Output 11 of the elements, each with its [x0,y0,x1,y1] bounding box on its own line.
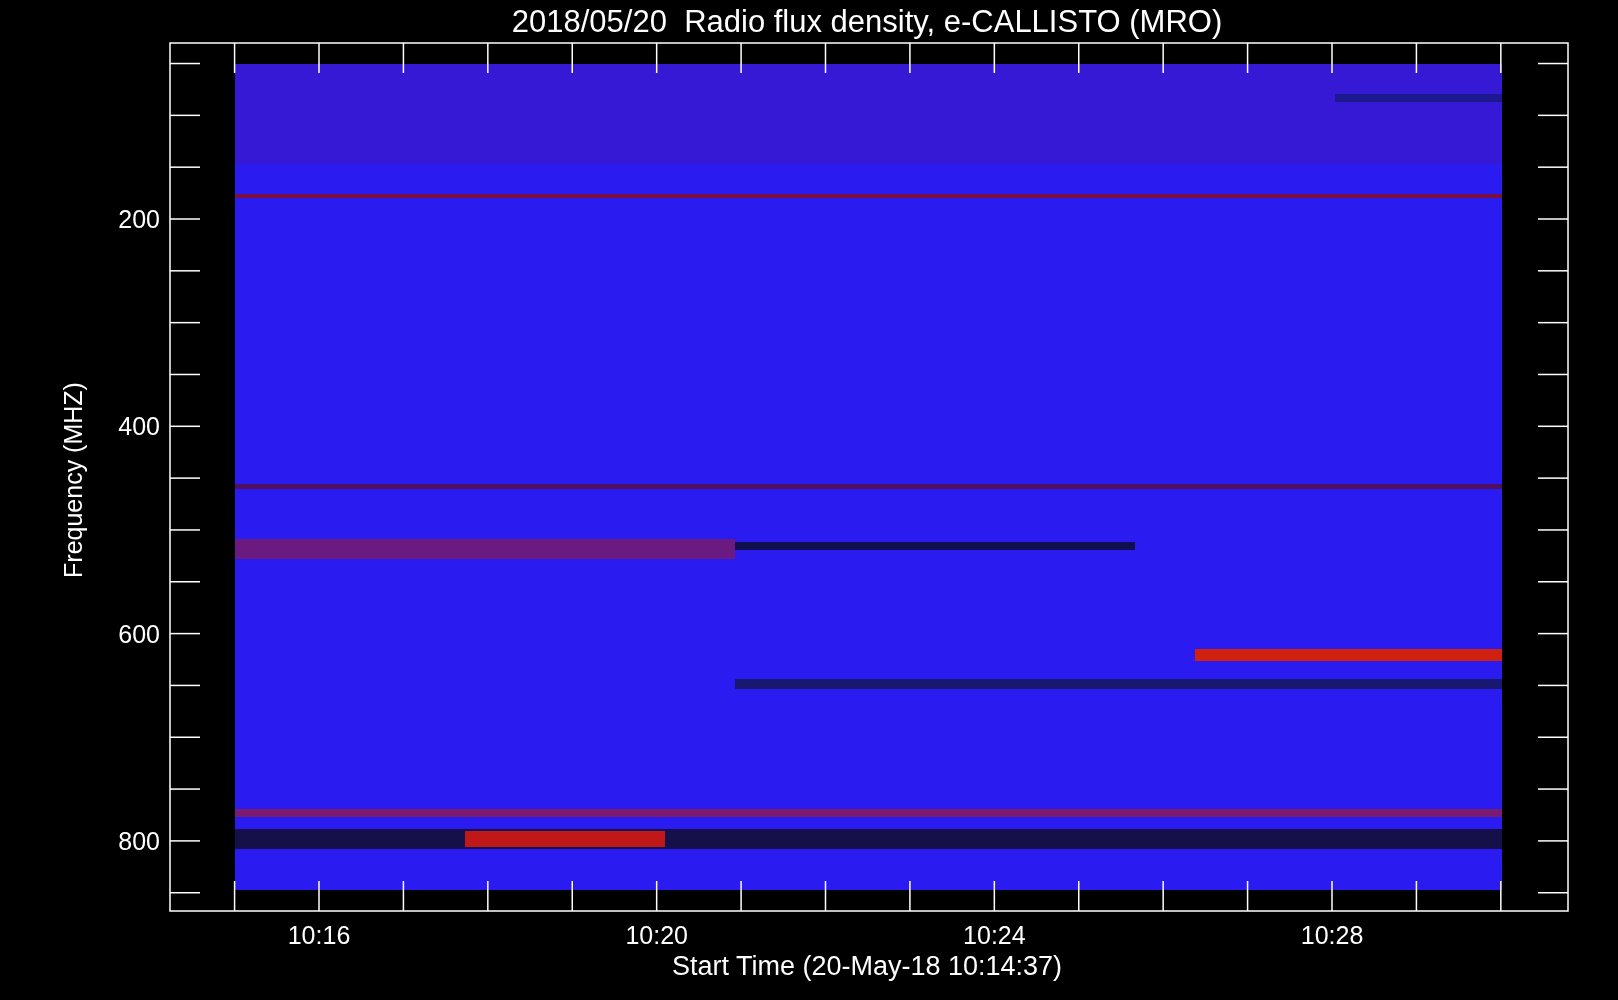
axis-title: Frequency (MHZ) [59,382,87,578]
axis-tick-label: 10:24 [963,921,1026,949]
axis-tick-label: 400 [118,412,160,441]
axis-title: Start Time (20-May-18 10:14:37) [671,951,1063,981]
axis-tick-label: 10:28 [1300,921,1364,949]
chart-title: 2018/05/20 Radio flux density, e-CALLISTO (MRO) [511,4,1223,39]
axis-tick-label: 200 [118,205,160,233]
axis-tick-label: 600 [118,619,160,648]
axis-tick-label: 10:16 [287,921,351,949]
axis-tick-label: 10:20 [625,921,688,949]
axis-tick-label: 800 [118,826,160,855]
